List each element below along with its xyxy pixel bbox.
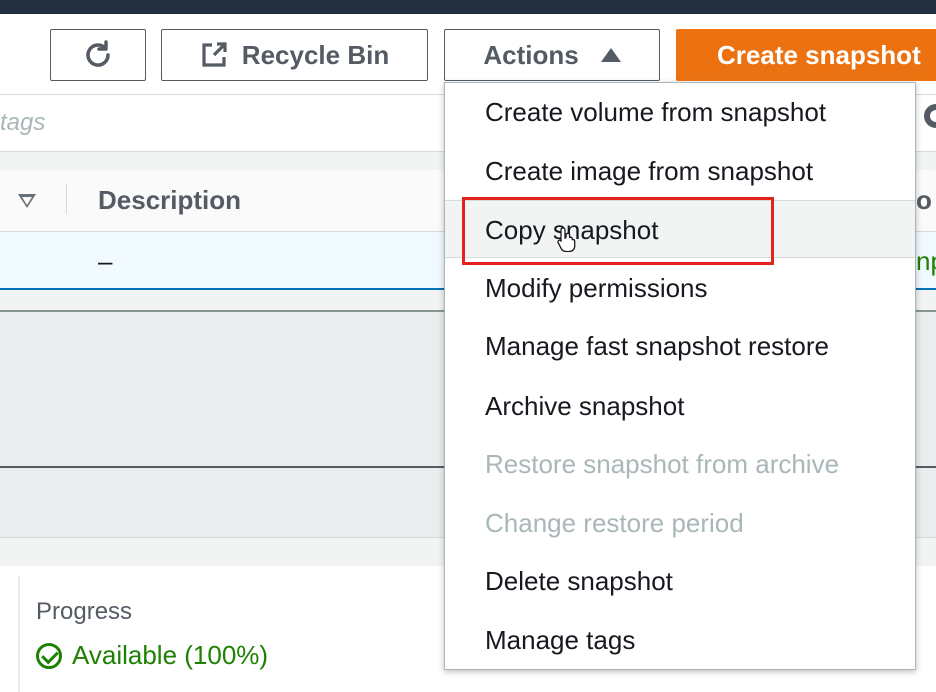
external-link-icon: [202, 42, 227, 67]
menu-item-delete-snapshot[interactable]: Delete snapshot: [445, 552, 915, 610]
menu-item-modify-permissions[interactable]: Modify permissions: [445, 259, 915, 317]
highlight-box: [462, 197, 774, 265]
column-header-partial: o: [916, 185, 932, 215]
menu-item-archive-snapshot[interactable]: Archive snapshot: [445, 377, 915, 435]
progress-status: Available (100%): [36, 640, 268, 671]
menu-item-change-restore-period: Change restore period: [485, 508, 744, 538]
top-nav-bar: [0, 0, 936, 14]
recycle-bin-button[interactable]: Recycle Bin: [161, 29, 428, 81]
caret-up-icon: [600, 48, 621, 62]
actions-label: Actions: [483, 39, 579, 70]
menu-item-manage-tags[interactable]: Manage tags: [445, 611, 915, 669]
refresh-button[interactable]: [50, 29, 146, 81]
actions-menu: Create volume from snapshot Create image…: [444, 82, 916, 670]
menu-item-create-volume[interactable]: Create volume from snapshot: [445, 83, 915, 141]
progress-label: Progress: [36, 598, 133, 625]
menu-item-create-image[interactable]: Create image from snapshot: [445, 142, 915, 200]
create-snapshot-button[interactable]: Create snapshot: [676, 29, 936, 81]
check-circle-icon: [36, 642, 62, 669]
column-divider: [66, 184, 67, 214]
hand-cursor-icon: [557, 227, 576, 252]
menu-item-restore-from-archive: Restore snapshot from archive: [485, 449, 840, 479]
column-header-description[interactable]: Description: [98, 185, 241, 216]
sort-down-icon[interactable]: [18, 194, 36, 208]
recycle-bin-label: Recycle Bin: [241, 39, 390, 70]
create-snapshot-label: Create snapshot: [717, 39, 921, 70]
row-description: –: [98, 246, 113, 276]
menu-item-manage-fast-restore[interactable]: Manage fast snapshot restore: [445, 317, 915, 375]
row-partial-status: np: [916, 246, 936, 276]
details-divider: [18, 576, 20, 692]
actions-dropdown-button[interactable]: Actions: [444, 29, 660, 81]
progress-status-text: Available (100%): [72, 640, 269, 670]
search-placeholder: tags: [0, 109, 46, 136]
refresh-icon: [86, 40, 110, 67]
